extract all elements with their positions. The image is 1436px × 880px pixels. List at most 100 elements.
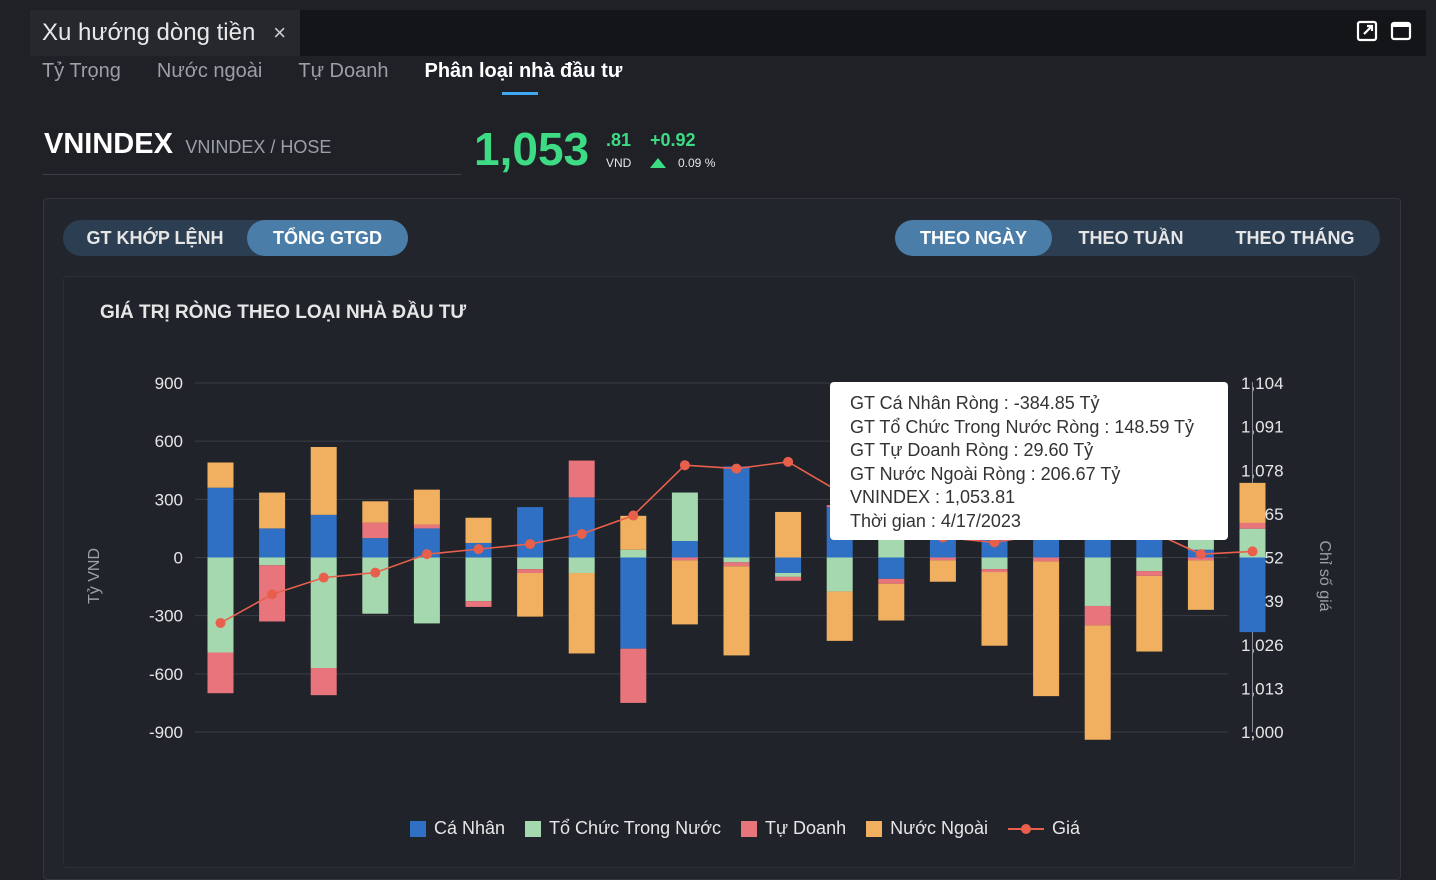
bar-to-chuc-trong-nuoc — [1084, 557, 1111, 606]
bar-nuoc-ngoai — [1187, 560, 1214, 610]
bar-to-chuc-trong-nuoc — [517, 557, 544, 570]
bar-to-chuc-trong-nuoc — [1136, 557, 1163, 572]
bar-tu-doanh — [517, 569, 544, 574]
bar-to-chuc-trong-nuoc — [362, 557, 389, 614]
bar-ca-nhan — [775, 557, 802, 574]
y2-axis-title: Chỉ số giá — [1316, 540, 1333, 611]
bar-tu-doanh — [568, 460, 595, 498]
bar-ca-nhan — [1239, 557, 1266, 633]
bar-tu-doanh — [1084, 605, 1111, 626]
price-point — [679, 460, 690, 471]
bar-ca-nhan — [362, 538, 389, 558]
bar-tu-doanh — [413, 524, 440, 529]
legend-item-ca-nhan[interactable]: Cá Nhân — [410, 818, 505, 839]
legend-item-nuoc-ngoai[interactable]: Nước Ngoài — [866, 818, 988, 839]
chart-tooltip: GT Cá Nhân Ròng : -384.85 Tỷ GT Tổ Chức … — [830, 382, 1228, 540]
price-point — [421, 549, 432, 560]
bar-to-chuc-trong-nuoc — [207, 557, 234, 653]
bar-nuoc-ngoai — [259, 492, 286, 529]
bar-to-chuc-trong-nuoc — [465, 557, 492, 602]
bar-tu-doanh — [1033, 557, 1060, 562]
bar-tu-doanh — [465, 601, 492, 607]
bar-to-chuc-trong-nuoc — [671, 492, 698, 542]
y2-tick-label: 1,026 — [1241, 636, 1284, 655]
bar-tu-doanh — [1239, 522, 1266, 529]
bar-nuoc-ngoai — [723, 566, 750, 656]
y-tick-label: -300 — [149, 607, 183, 626]
bar-nuoc-ngoai — [1239, 482, 1266, 523]
price-point — [267, 589, 278, 600]
bar-nuoc-ngoai — [620, 515, 647, 550]
bar-tu-doanh — [981, 569, 1008, 573]
legend-swatch — [525, 820, 542, 837]
y2-tick-label: 1,104 — [1241, 374, 1284, 393]
bar-tu-doanh — [310, 668, 337, 696]
price-point — [783, 456, 794, 467]
bar-nuoc-ngoai — [981, 572, 1008, 646]
y-axis-title: Tỷ VND — [86, 548, 103, 604]
bar-nuoc-ngoai — [310, 446, 337, 515]
bar-tu-doanh — [207, 652, 234, 694]
bar-nuoc-ngoai — [929, 560, 956, 582]
bar-nuoc-ngoai — [1033, 561, 1060, 697]
y-tick-label: -600 — [149, 665, 183, 684]
price-point — [215, 617, 226, 628]
tooltip-line: GT Tổ Chức Trong Nước Ròng : 148.59 Tỷ — [850, 416, 1195, 437]
bar-nuoc-ngoai — [671, 560, 698, 625]
bar-tu-doanh — [723, 562, 750, 567]
tooltip-line: GT Nước Ngoài Ròng : 206.67 Tỷ — [850, 463, 1121, 484]
tooltip-line: GT Cá Nhân Ròng : -384.85 Tỷ — [850, 393, 1100, 413]
legend-label: Tổ Chức Trong Nước — [549, 818, 721, 838]
legend-swatch — [866, 820, 883, 837]
price-point — [473, 544, 484, 555]
y2-tick-label: 1,000 — [1241, 723, 1284, 742]
y-tick-label: -900 — [149, 723, 183, 742]
legend-label: Tự Doanh — [765, 818, 847, 838]
bar-to-chuc-trong-nuoc — [620, 549, 647, 558]
bar-tu-doanh — [929, 557, 956, 561]
legend-item-to-chuc[interactable]: Tổ Chức Trong Nước — [525, 818, 721, 839]
bar-to-chuc-trong-nuoc — [259, 557, 286, 566]
y-tick-label: 300 — [155, 490, 183, 509]
bar-tu-doanh — [878, 578, 905, 584]
tooltip-line: VNINDEX : 1,053.81 — [850, 487, 1016, 508]
price-point — [628, 510, 639, 521]
price-point — [1195, 549, 1206, 560]
legend-swatch — [741, 820, 757, 837]
legend-item-tu-doanh[interactable]: Tự Doanh — [741, 818, 846, 839]
y2-tick-label: 1,091 — [1241, 418, 1284, 437]
bar-ca-nhan — [517, 507, 544, 558]
legend-label: Giá — [1051, 818, 1080, 838]
bar-nuoc-ngoai — [465, 517, 492, 543]
chart-legend: Cá Nhân Tổ Chức Trong Nước Tự Doanh Nước… — [410, 818, 1080, 839]
bar-ca-nhan — [207, 487, 234, 558]
y-tick-label: 900 — [155, 374, 183, 393]
bar-nuoc-ngoai — [362, 501, 389, 523]
bar-to-chuc-trong-nuoc — [826, 557, 853, 592]
y-tick-label: 0 — [174, 549, 183, 568]
tooltip-line: GT Tự Doanh Ròng : 29.60 Tỷ — [850, 440, 1094, 461]
legend-label: Cá Nhân — [434, 818, 506, 838]
bar-nuoc-ngoai — [517, 573, 544, 617]
bar-ca-nhan — [310, 514, 337, 558]
y-tick-label: 600 — [155, 432, 183, 451]
bar-ca-nhan — [878, 557, 905, 579]
bar-ca-nhan — [259, 528, 286, 558]
legend-label: Nước Ngoài — [890, 818, 988, 838]
bar-ca-nhan — [723, 466, 750, 558]
bar-nuoc-ngoai — [413, 489, 440, 525]
bar-tu-doanh — [775, 576, 802, 581]
bar-to-chuc-trong-nuoc — [775, 573, 802, 577]
bar-ca-nhan — [568, 497, 595, 558]
bar-nuoc-ngoai — [568, 573, 595, 654]
bar-nuoc-ngoai — [1136, 575, 1163, 652]
price-point — [318, 572, 329, 583]
bar-to-chuc-trong-nuoc — [723, 557, 750, 563]
price-point — [576, 529, 587, 540]
tooltip-line: Thời gian : 4/17/2023 — [850, 510, 1021, 531]
legend-line-marker — [1007, 822, 1044, 836]
bar-tu-doanh — [362, 522, 389, 539]
legend-item-gia[interactable]: Giá — [1007, 818, 1080, 839]
y2-tick-label: 1,013 — [1241, 679, 1284, 698]
price-point — [731, 463, 742, 474]
